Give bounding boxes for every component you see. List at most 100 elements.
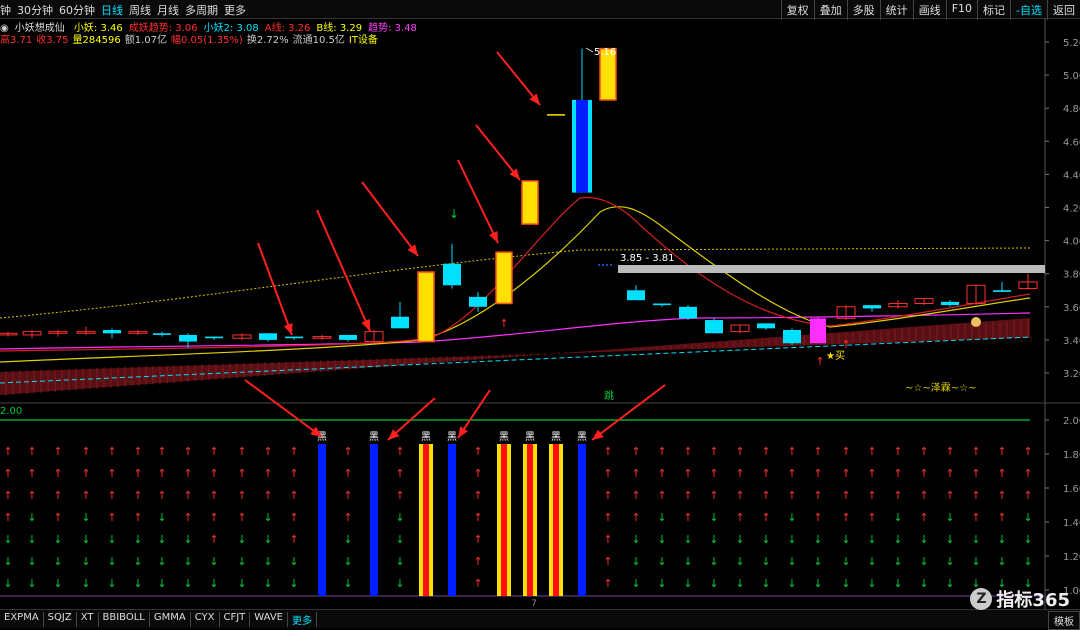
signal-column-blue[interactable] xyxy=(370,444,378,596)
candle-body[interactable] xyxy=(179,334,197,342)
candle-body[interactable] xyxy=(443,263,461,286)
down-arrow-icon: ↓ xyxy=(893,533,902,546)
candle-body[interactable] xyxy=(679,306,697,319)
candle-body[interactable] xyxy=(757,323,775,329)
down-arrow-icon: ↓ xyxy=(157,555,166,568)
logo-mark-icon: Z xyxy=(970,588,993,610)
up-arrow-icon: ↑ xyxy=(787,445,796,458)
signal-column-blue[interactable] xyxy=(448,444,456,596)
candle-body[interactable] xyxy=(495,251,513,305)
indicator-tab-1[interactable]: SQJZ xyxy=(44,612,77,627)
up-arrow-icon: ↑ xyxy=(761,467,770,480)
up-arrow-icon: ↑ xyxy=(133,489,142,502)
up-arrow-icon: ↑ xyxy=(867,445,876,458)
candle-body[interactable] xyxy=(259,333,277,340)
candle-body[interactable] xyxy=(863,305,881,309)
down-arrow-icon: ↓ xyxy=(813,577,822,590)
candle-body[interactable] xyxy=(653,303,671,306)
trend-band xyxy=(0,318,1030,395)
down-arrow-icon: ↓ xyxy=(919,533,928,546)
candle-body[interactable] xyxy=(576,99,588,193)
down-arrow-icon: ↓ xyxy=(761,533,770,546)
indicator-tab-8[interactable]: 更多 xyxy=(288,612,317,627)
signal-column-blue[interactable] xyxy=(318,444,326,596)
stock-chart[interactable]: 5.20 5.00 4.80 4.60 4.40 4.20 4.00 3.80 3.60 3.40… xyxy=(0,0,1080,609)
up-arrow-icon: ↑ xyxy=(27,467,36,480)
down-arrow-icon: ↓ xyxy=(945,511,954,524)
down-arrow-icon: ↓ xyxy=(945,577,954,590)
up-arrow-icon: ↑ xyxy=(81,467,90,480)
indicator-tab-5[interactable]: CYX xyxy=(191,612,220,627)
indicator-tab-3[interactable]: BBIBOLL xyxy=(99,612,150,627)
up-arrow-icon: ↑ xyxy=(631,489,640,502)
up-arrow-icon: ↑ xyxy=(841,445,850,458)
down-arrow-icon: ↓ xyxy=(709,555,718,568)
candle-body[interactable] xyxy=(941,301,959,306)
jump-label: 跳 xyxy=(604,389,614,402)
down-arrow-icon: ↓ xyxy=(237,533,246,546)
price-axis-label: 5.20 xyxy=(1063,38,1080,49)
up-arrow-icon: ↑ xyxy=(395,489,404,502)
down-arrow-icon: ↓ xyxy=(53,533,62,546)
down-arrow-icon: ↓ xyxy=(209,555,218,568)
down-arrow-icon: ↓ xyxy=(27,533,36,546)
up-arrow-icon: ↑ xyxy=(709,445,718,458)
down-arrow-icon: ↓ xyxy=(263,555,272,568)
cursor-label: 7 xyxy=(531,599,537,609)
up-signal-icon: ↑ xyxy=(499,317,508,330)
up-arrow-icon: ↑ xyxy=(603,533,612,546)
up-arrow-icon: ↑ xyxy=(603,577,612,590)
up-arrow-icon: ↑ xyxy=(919,511,928,524)
signal-column-red-core xyxy=(527,444,533,596)
down-arrow-icon: ↓ xyxy=(813,533,822,546)
indicator-tab-6[interactable]: CFJT xyxy=(220,612,251,627)
down-arrow-icon: ↓ xyxy=(27,555,36,568)
candle-body[interactable] xyxy=(783,329,801,344)
indicator-tab-7[interactable]: WAVE xyxy=(250,612,288,627)
down-arrow-icon: ↓ xyxy=(867,577,876,590)
watermark-text: ~☆~泽霖~☆~ xyxy=(905,382,976,394)
indicator-tab-2[interactable]: XT xyxy=(77,612,99,627)
candle-body[interactable] xyxy=(285,336,303,339)
candle-body[interactable] xyxy=(627,290,645,301)
up-arrow-icon: ↑ xyxy=(997,445,1006,458)
candle-body[interactable] xyxy=(103,329,121,334)
money-bag-icon xyxy=(971,317,981,327)
down-arrow-icon: ↓ xyxy=(263,511,272,524)
up-arrow-icon: ↑ xyxy=(237,445,246,458)
support-line xyxy=(0,336,1031,384)
up-arrow-icon: ↑ xyxy=(289,445,298,458)
up-arrow-icon: ↑ xyxy=(919,445,928,458)
down-arrow-icon: ↓ xyxy=(107,533,116,546)
candle-body[interactable] xyxy=(391,316,409,329)
up-arrow-icon: ↑ xyxy=(761,445,770,458)
up-arrow-icon: ↑ xyxy=(263,467,272,480)
up-arrow-icon: ↑ xyxy=(709,489,718,502)
indicator-tab-4[interactable]: GMMA xyxy=(150,612,191,627)
down-arrow-icon: ↓ xyxy=(735,533,744,546)
down-arrow-icon: ↓ xyxy=(867,533,876,546)
down-arrow-icon: ↓ xyxy=(709,533,718,546)
down-arrow-icon: ↓ xyxy=(841,577,850,590)
signal-column-blue[interactable] xyxy=(578,444,586,596)
lower-arrow-head xyxy=(592,429,604,440)
up-arrow-icon: ↑ xyxy=(603,555,612,568)
up-arrow-icon: ↑ xyxy=(1023,489,1032,502)
candle-body[interactable] xyxy=(810,318,826,344)
candle-body[interactable] xyxy=(153,333,171,335)
template-button[interactable]: 模板 xyxy=(1048,611,1080,630)
up-arrow-icon: ↑ xyxy=(289,533,298,546)
candle-body[interactable] xyxy=(205,336,223,339)
up-arrow-icon: ↑ xyxy=(735,511,744,524)
down-arrow-icon: ↓ xyxy=(395,577,404,590)
candle-body[interactable] xyxy=(993,290,1011,292)
black-label: 黑 xyxy=(369,431,379,443)
candle-body[interactable] xyxy=(417,271,435,343)
up-arrow-icon: ↑ xyxy=(107,445,116,458)
candle-body[interactable] xyxy=(469,296,487,307)
candle-body[interactable] xyxy=(521,180,539,225)
indicator-tab-0[interactable]: EXPMA xyxy=(0,612,44,627)
down-arrow-icon: ↓ xyxy=(157,533,166,546)
candle-body[interactable] xyxy=(705,320,723,334)
candle-body[interactable] xyxy=(339,334,357,340)
